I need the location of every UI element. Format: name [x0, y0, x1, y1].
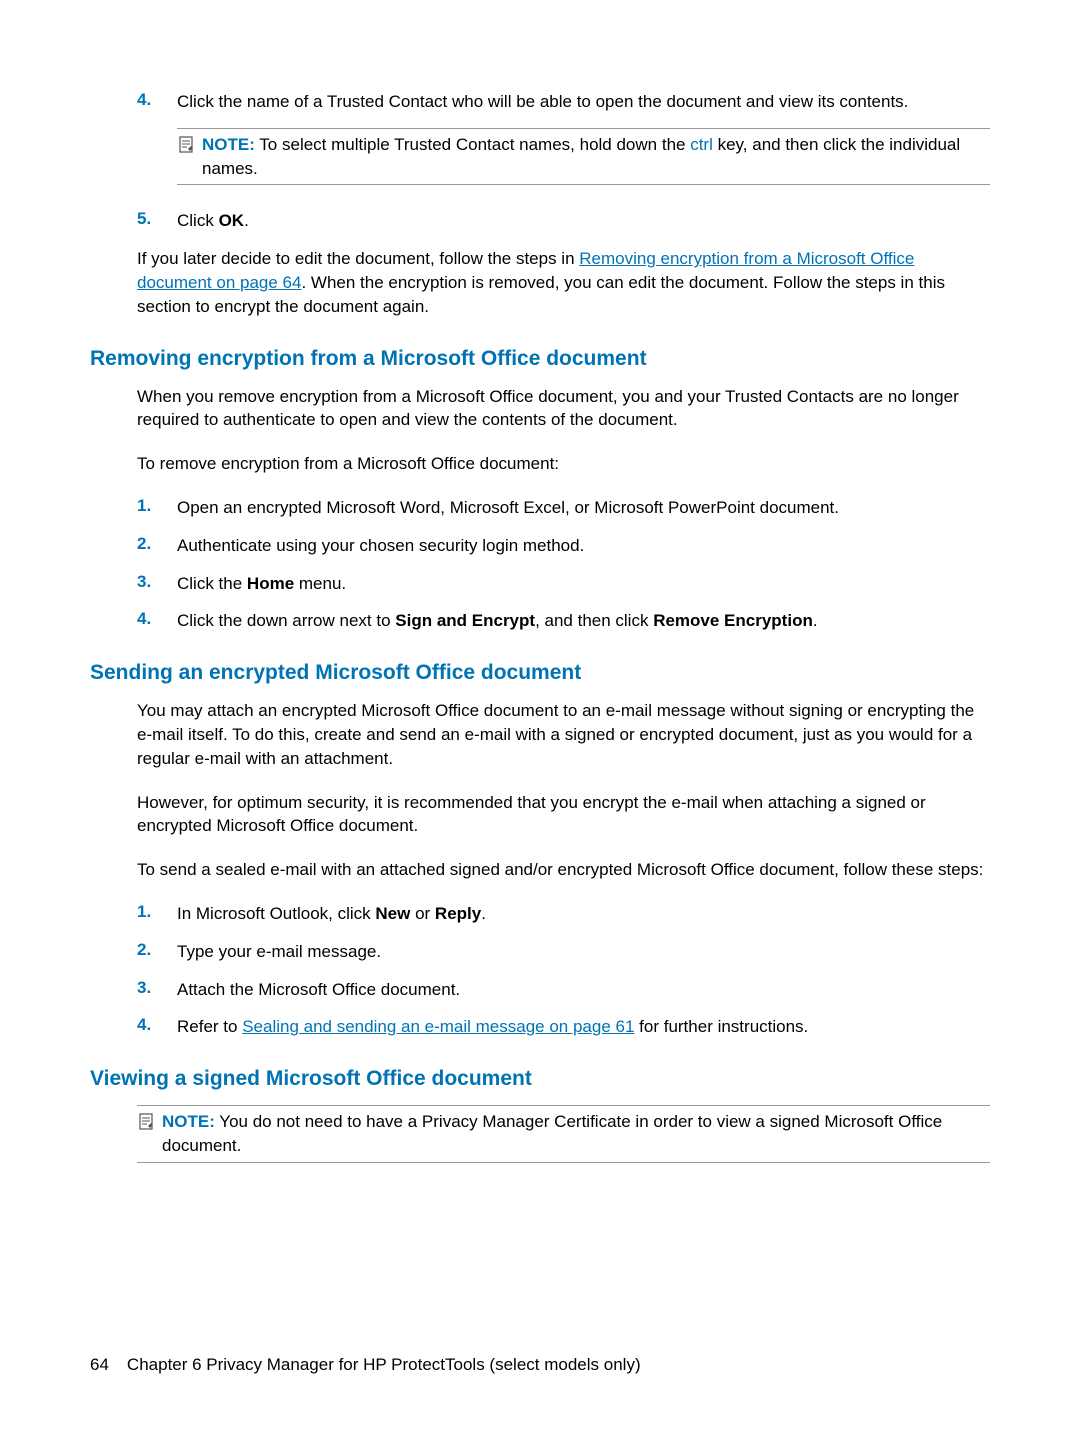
sending-step-1: 1. In Microsoft Outlook, click New or Re…	[90, 902, 990, 926]
step-text: In Microsoft Outlook, click New or Reply…	[177, 902, 990, 926]
text-bold2: Reply	[435, 904, 481, 923]
removing-step-1: 1. Open an encrypted Microsoft Word, Mic…	[90, 496, 990, 520]
heading-sending-encrypted: Sending an encrypted Microsoft Office do…	[90, 661, 990, 685]
text-bold1: New	[375, 904, 410, 923]
text-before-bold1: In Microsoft Outlook, click	[177, 904, 375, 923]
note-label: NOTE:	[202, 135, 255, 154]
step-text: Click the name of a Trusted Contact who …	[177, 90, 990, 114]
text-after: .	[481, 904, 486, 923]
step-text: Click the down arrow next to Sign and En…	[177, 609, 990, 633]
sending-step-3: 3. Attach the Microsoft Office document.	[90, 978, 990, 1002]
text-bold2: Remove Encryption	[653, 611, 813, 630]
page-number: 64	[90, 1355, 109, 1375]
step-text: Authenticate using your chosen security …	[177, 534, 990, 558]
text-after: .	[813, 611, 818, 630]
paragraph-removing-2: To remove encryption from a Microsoft Of…	[137, 452, 990, 476]
text-bold1: Sign and Encrypt	[395, 611, 535, 630]
step-number: 5.	[137, 209, 177, 233]
page-footer: 64 Chapter 6 Privacy Manager for HP Prot…	[90, 1355, 641, 1375]
step-text: Attach the Microsoft Office document.	[177, 978, 990, 1002]
paragraph-edit-later: If you later decide to edit the document…	[137, 247, 990, 318]
text-before-bold: Click	[177, 211, 219, 230]
step-number: 2.	[137, 940, 177, 964]
step-4: 4. Click the name of a Trusted Contact w…	[90, 90, 990, 114]
step-number: 2.	[137, 534, 177, 558]
step-number: 4.	[137, 1015, 177, 1039]
removing-step-2: 2. Authenticate using your chosen securi…	[90, 534, 990, 558]
text-after-link: for further instructions.	[634, 1017, 808, 1036]
step-text: Click the Home menu.	[177, 572, 990, 596]
sending-step-2: 2. Type your e-mail message.	[90, 940, 990, 964]
note-icon	[177, 135, 197, 181]
ctrl-key: ctrl	[690, 135, 713, 154]
step-number: 3.	[137, 572, 177, 596]
text-after-bold: menu.	[294, 574, 346, 593]
removing-step-4: 4. Click the down arrow next to Sign and…	[90, 609, 990, 633]
sending-step-4: 4. Refer to Sealing and sending an e-mai…	[90, 1015, 990, 1039]
text-after-bold: .	[244, 211, 249, 230]
note-body: You do not need to have a Privacy Manage…	[162, 1112, 942, 1155]
step-number: 1.	[137, 902, 177, 926]
step-number: 4.	[137, 90, 177, 114]
text-before-bold: Click the	[177, 574, 247, 593]
step-number: 3.	[137, 978, 177, 1002]
note-viewing: NOTE: You do not need to have a Privacy …	[137, 1105, 990, 1163]
note-icon	[137, 1112, 157, 1158]
step-text: Click OK.	[177, 209, 990, 233]
text-before-bold1: Click the down arrow next to	[177, 611, 395, 630]
removing-step-3: 3. Click the Home menu.	[90, 572, 990, 596]
step-number: 4.	[137, 609, 177, 633]
note-label: NOTE:	[162, 1112, 215, 1131]
page-content: 4. Click the name of a Trusted Contact w…	[0, 0, 1080, 1437]
step-5: 5. Click OK.	[90, 209, 990, 233]
text-before-link: If you later decide to edit the document…	[137, 249, 579, 268]
paragraph-sending-2: However, for optimum security, it is rec…	[137, 791, 990, 839]
paragraph-sending-3: To send a sealed e-mail with an attached…	[137, 858, 990, 882]
link-sealing-sending[interactable]: Sealing and sending an e-mail message on…	[242, 1017, 634, 1036]
text-before-link: Refer to	[177, 1017, 242, 1036]
step-text: Refer to Sealing and sending an e-mail m…	[177, 1015, 990, 1039]
paragraph-removing-1: When you remove encryption from a Micros…	[137, 385, 990, 433]
chapter-title: Chapter 6 Privacy Manager for HP Protect…	[127, 1355, 641, 1375]
note-text: NOTE: You do not need to have a Privacy …	[162, 1110, 990, 1158]
note-trusted-contacts: NOTE: To select multiple Trusted Contact…	[177, 128, 990, 186]
note-text: NOTE: To select multiple Trusted Contact…	[202, 133, 990, 181]
text-bold: OK	[219, 211, 245, 230]
note-before-key: To select multiple Trusted Contact names…	[255, 135, 690, 154]
text-mid: or	[410, 904, 435, 923]
heading-viewing-signed: Viewing a signed Microsoft Office docume…	[90, 1067, 990, 1091]
step-text: Type your e-mail message.	[177, 940, 990, 964]
step-number: 1.	[137, 496, 177, 520]
text-bold: Home	[247, 574, 294, 593]
heading-removing-encryption: Removing encryption from a Microsoft Off…	[90, 347, 990, 371]
step-text: Open an encrypted Microsoft Word, Micros…	[177, 496, 990, 520]
text-mid: , and then click	[535, 611, 653, 630]
paragraph-sending-1: You may attach an encrypted Microsoft Of…	[137, 699, 990, 770]
